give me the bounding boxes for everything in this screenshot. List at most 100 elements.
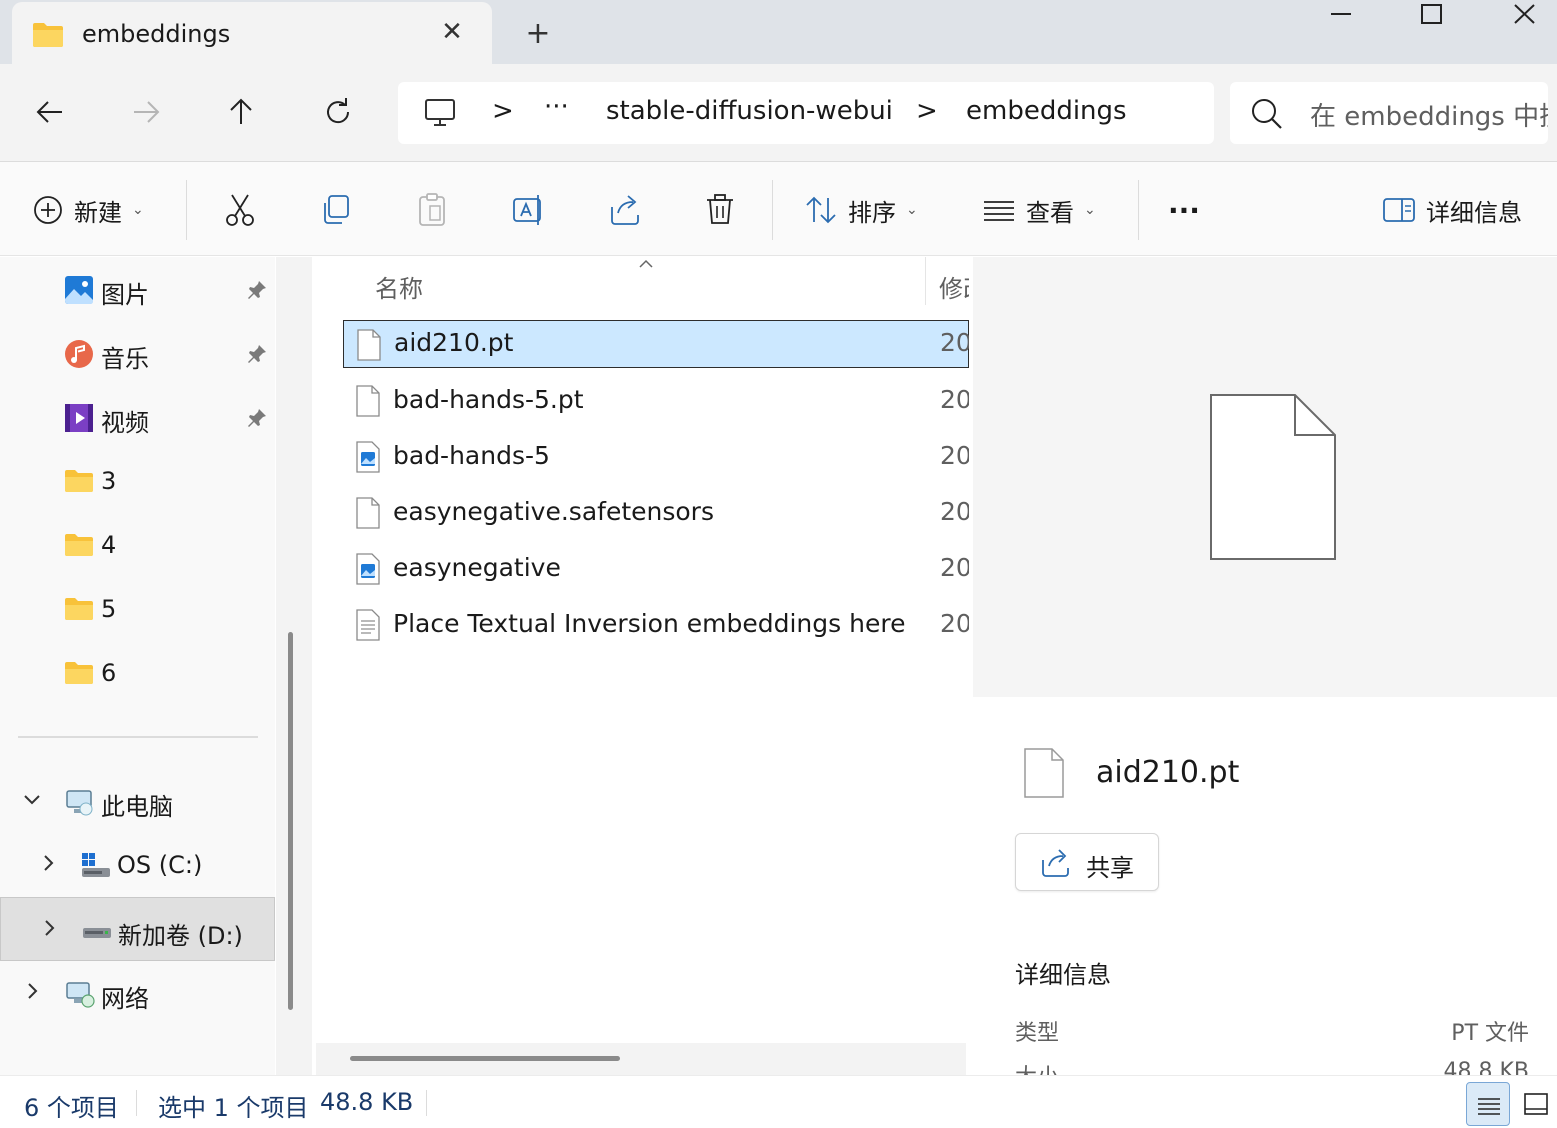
column-divider[interactable] [925,257,926,305]
preview-pane [973,257,1557,697]
sidebar-item-network[interactable]: 网络 [0,963,275,1023]
sort-icon [806,196,836,224]
folder-icon [32,22,64,52]
search-input[interactable]: 在 embeddings 中搜索 [1230,82,1548,144]
refresh-icon[interactable] [320,94,356,130]
file-row[interactable]: bad-hands-5.pt 20 [343,377,969,425]
details-view-icon[interactable] [1466,1082,1510,1126]
sidebar-item-folder-5[interactable]: 5 [0,579,275,639]
delete-icon[interactable] [704,192,736,228]
rename-icon[interactable] [512,192,546,228]
file-row[interactable]: easynegative 20 [343,545,969,593]
file-modified: 20 [940,609,969,638]
scrollbar-thumb[interactable] [350,1056,620,1061]
forward-arrow-icon[interactable] [128,94,164,130]
sidebar-item-this-pc[interactable]: 此电脑 [0,771,275,831]
new-tab-button[interactable]: + [518,16,558,52]
breadcrumb-separator-icon[interactable]: > [492,96,514,126]
file-row[interactable]: aid210.pt 20 [343,320,969,368]
chevron-right-icon[interactable] [38,853,58,879]
sort-label: 排序 [848,198,896,227]
share-label: 共享 [1086,854,1134,882]
details-pane-icon [1383,198,1415,222]
share-icon[interactable] [608,192,642,228]
sidebar-divider [18,736,258,738]
sidebar-item-drive-d[interactable]: 新加卷 (D:) [0,897,275,961]
chevron-down-icon: ⌄ [906,202,918,218]
share-button[interactable]: 共享 [1015,833,1159,891]
sidebar-scrollbar[interactable] [276,257,312,1075]
chevron-down-icon: ⌄ [132,202,144,218]
tiles-view-icon[interactable] [1515,1082,1555,1126]
new-button[interactable]: 新建 ⌄ [32,192,144,228]
music-icon [64,339,94,369]
breadcrumb-embeddings[interactable]: embeddings [966,96,1127,126]
pictures-icon [64,275,94,305]
horizontal-scrollbar[interactable] [316,1043,966,1075]
details-section-title: 详细信息 [1015,961,1111,989]
pin-icon [246,407,268,433]
sort-button[interactable]: 排序 ⌄ [804,192,918,228]
property-value: PT 文件 [1451,1021,1529,1046]
file-row[interactable]: Place Textual Inversion embeddings here … [343,601,969,649]
search-placeholder: 在 embeddings 中搜索 [1310,102,1548,132]
drive-icon [81,916,111,946]
close-icon[interactable] [1494,0,1554,30]
file-name: aid210.pt [394,328,514,357]
large-file-icon [1209,393,1337,565]
up-arrow-icon[interactable] [223,94,259,130]
folder-icon [64,469,94,499]
scrollbar-thumb[interactable] [288,632,293,1010]
sidebar-item-folder-4[interactable]: 4 [0,515,275,575]
file-modified: 20 [940,497,969,526]
file-name: easynegative.safetensors [393,497,714,526]
sidebar-item-videos[interactable]: 视频 [0,387,275,447]
column-name[interactable]: 名称 [375,269,423,304]
view-button[interactable]: 查看 ⌄ [982,192,1096,228]
minimize-icon[interactable] [1310,0,1370,30]
column-modified[interactable]: 修改日期 [939,269,969,304]
cut-icon[interactable] [224,192,256,228]
this-pc-icon[interactable] [424,98,456,132]
tab-title: embeddings [82,20,231,48]
sidebar-item-label: 6 [101,659,117,687]
maximize-icon[interactable] [1402,0,1462,30]
sort-ascending-icon [637,257,655,274]
sidebar-item-label: 4 [101,531,117,559]
sidebar-item-folder-3[interactable]: 3 [0,451,275,511]
paste-icon[interactable] [416,192,448,228]
toolbar-divider [772,180,773,240]
breadcrumb-stable-diffusion-webui[interactable]: stable-diffusion-webui [606,96,893,126]
back-arrow-icon[interactable] [32,94,68,130]
breadcrumb-overflow[interactable]: ··· [544,92,569,122]
sidebar-item-label: 音乐 [101,345,149,373]
new-label: 新建 [74,198,122,227]
sidebar-item-music[interactable]: 音乐 [0,323,275,383]
sidebar-item-pictures[interactable]: 图片 [0,259,275,319]
file-row[interactable]: easynegative.safetensors 20 [343,489,969,537]
chevron-right-icon[interactable] [22,981,42,1007]
pin-icon [246,343,268,369]
file-modified: 20 [940,328,969,357]
breadcrumb[interactable]: > ··· stable-diffusion-webui > embedding… [398,82,1214,144]
tab-embeddings[interactable]: embeddings ✕ [12,2,492,64]
text-file-icon [355,609,381,645]
sidebar-item-folder-6[interactable]: 6 [0,643,275,703]
chevron-right-icon[interactable] [39,918,59,944]
file-row[interactable]: bad-hands-5 20 [343,433,969,481]
details-pane: aid210.pt 共享 详细信息 类型 PT 文件 大小 48.8 KB [973,697,1557,1075]
file-modified: 20 [940,441,969,470]
sidebar-item-os-c[interactable]: OS (C:) [0,835,275,895]
details-pane-button[interactable]: 详细信息 [1382,192,1522,228]
copy-icon[interactable] [320,192,352,228]
more-options-icon[interactable]: ··· [1168,192,1200,228]
status-divider [426,1090,427,1116]
sidebar-item-label: 此电脑 [101,793,173,821]
share-icon [1040,848,1072,882]
breadcrumb-separator-icon[interactable]: > [916,96,938,126]
file-icon [356,329,382,365]
tab-close-icon[interactable]: ✕ [436,16,468,48]
chevron-down-icon[interactable] [22,789,42,815]
status-bar: 6 个项目 选中 1 个项目 48.8 KB [0,1075,1557,1128]
file-icon [1023,747,1065,803]
